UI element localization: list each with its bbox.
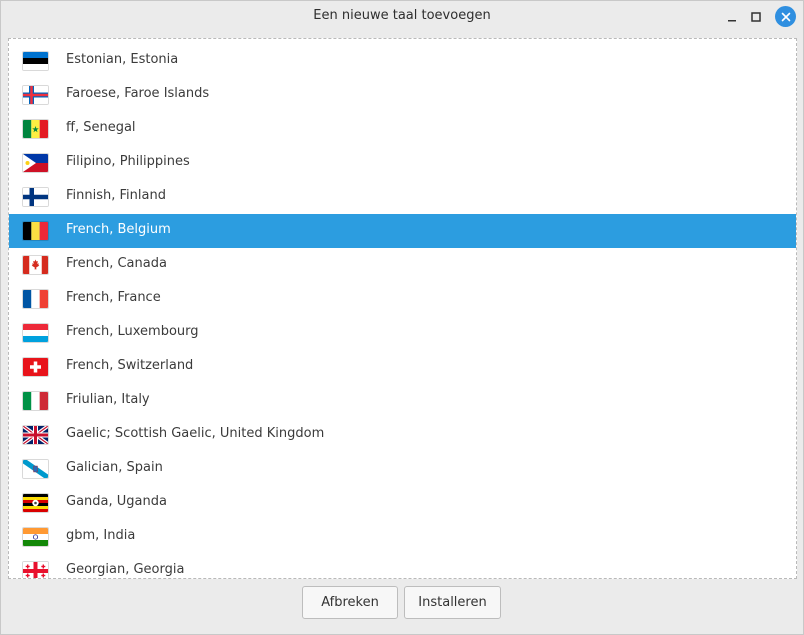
- flag-switzerland-icon: [23, 358, 48, 376]
- language-label: Ganda, Uganda: [66, 494, 167, 509]
- language-label: Faroese, Faroe Islands: [66, 86, 210, 101]
- language-label: Georgian, Georgia: [66, 562, 185, 577]
- flag-france-icon: [23, 290, 48, 308]
- language-label: Filipino, Philippines: [66, 154, 190, 169]
- minimize-icon: [728, 20, 736, 22]
- language-label: Estonian, Estonia: [66, 52, 179, 67]
- flag-senegal-icon: [23, 120, 48, 138]
- language-row-gbm-india[interactable]: gbm, India: [9, 520, 796, 554]
- flag-georgia-icon: [23, 562, 48, 578]
- language-row-galician-spain[interactable]: Galician, Spain: [9, 452, 796, 486]
- flag-belgium-icon: [23, 222, 48, 240]
- dialog-footer: Afbreken Installeren: [1, 580, 803, 634]
- language-list[interactable]: Estonian, Estonia Faroese, Faroe Islands…: [8, 38, 797, 579]
- language-row-french-switzerland[interactable]: French, Switzerland: [9, 350, 796, 384]
- language-label: Finnish, Finland: [66, 188, 166, 203]
- close-button[interactable]: [775, 6, 796, 27]
- flag-india-icon: [23, 528, 48, 546]
- language-row-georgian-georgia[interactable]: Georgian, Georgia: [9, 554, 796, 578]
- flag-philippines-icon: [23, 154, 48, 172]
- flag-finland-icon: [23, 188, 48, 206]
- language-row-ganda-uganda[interactable]: Ganda, Uganda: [9, 486, 796, 520]
- language-label: French, Switzerland: [66, 358, 194, 373]
- language-row-estonian-estonia[interactable]: Estonian, Estonia: [9, 44, 796, 78]
- language-label: Galician, Spain: [66, 460, 163, 475]
- language-row-friulian-italy[interactable]: Friulian, Italy: [9, 384, 796, 418]
- language-label: Friulian, Italy: [66, 392, 150, 407]
- flag-uganda-icon: [23, 494, 48, 512]
- language-row-french-canada[interactable]: French, Canada: [9, 248, 796, 282]
- cancel-button[interactable]: Afbreken: [302, 586, 398, 619]
- install-button[interactable]: Installeren: [404, 586, 501, 619]
- language-row-french-luxembourg[interactable]: French, Luxembourg: [9, 316, 796, 350]
- title-bar[interactable]: Een nieuwe taal toevoegen: [1, 1, 803, 33]
- add-language-dialog: Een nieuwe taal toevoegen Estonian, Esto…: [0, 0, 804, 635]
- maximize-button[interactable]: [747, 8, 765, 26]
- language-row-ff-senegal[interactable]: ff, Senegal: [9, 112, 796, 146]
- language-label: French, Belgium: [66, 222, 171, 237]
- language-label: French, France: [66, 290, 161, 305]
- maximize-icon: [751, 12, 761, 22]
- flag-estonia-icon: [23, 52, 48, 70]
- language-row-french-belgium[interactable]: French, Belgium: [9, 214, 796, 248]
- language-row-faroese-faroe-islands[interactable]: Faroese, Faroe Islands: [9, 78, 796, 112]
- language-label: ff, Senegal: [66, 120, 136, 135]
- flag-galicia-icon: [23, 460, 48, 478]
- flag-italy-icon: [23, 392, 48, 410]
- language-label: French, Luxembourg: [66, 324, 199, 339]
- flag-faroe-islands-icon: [23, 86, 48, 104]
- close-icon: [781, 12, 790, 21]
- language-label: gbm, India: [66, 528, 136, 543]
- language-label: French, Canada: [66, 256, 167, 271]
- window-title: Een nieuwe taal toevoegen: [313, 8, 491, 23]
- flag-luxembourg-icon: [23, 324, 48, 342]
- flag-united-kingdom-icon: [23, 426, 48, 444]
- minimize-button[interactable]: [723, 8, 741, 26]
- language-row-finnish-finland[interactable]: Finnish, Finland: [9, 180, 796, 214]
- language-row-gaelic-united-kingdom[interactable]: Gaelic; Scottish Gaelic, United Kingdom: [9, 418, 796, 452]
- flag-canada-icon: [23, 256, 48, 274]
- language-row-french-france[interactable]: French, France: [9, 282, 796, 316]
- language-row-filipino-philippines[interactable]: Filipino, Philippines: [9, 146, 796, 180]
- language-label: Gaelic; Scottish Gaelic, United Kingdom: [66, 426, 325, 441]
